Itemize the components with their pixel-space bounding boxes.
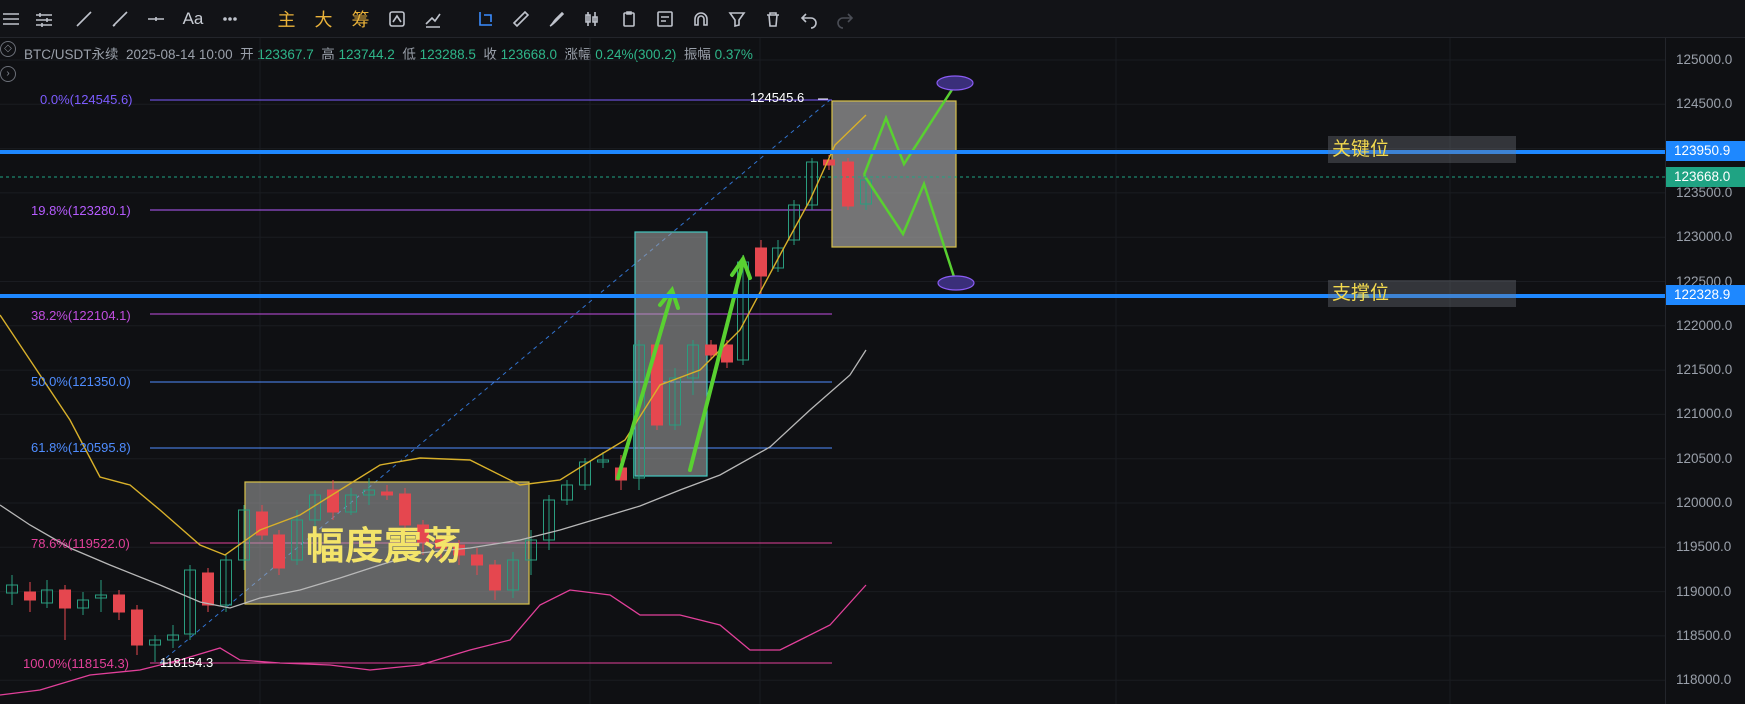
candle-body: [202, 572, 214, 606]
drawing-toolbar: Aa 主 大 筹: [0, 0, 1745, 38]
undo-icon[interactable]: [791, 0, 827, 37]
price-axis-tick: 123500.0: [1676, 184, 1733, 200]
fib-19.8-label: 19.8%(123280.1): [31, 203, 131, 218]
fib-0-label: 0.0%(124545.6): [40, 92, 133, 107]
high-marker-label: 124545.6: [750, 90, 805, 105]
indicator-settings-icon[interactable]: [22, 0, 66, 37]
text-tool-button[interactable]: Aa: [174, 0, 212, 37]
candle-body: [273, 534, 285, 569]
price-axis-divider: [1665, 38, 1666, 704]
filter-icon[interactable]: [719, 0, 755, 37]
candle-body: [489, 564, 501, 591]
target-ellipse-low: [937, 275, 975, 291]
candle-body: [381, 491, 393, 496]
fib-38.2-label: 38.2%(122104.1): [31, 308, 131, 323]
candle-body: [823, 159, 835, 166]
menu-icon[interactable]: [0, 0, 22, 37]
candle-body: [113, 594, 125, 613]
price-axis-tick: 122000.0: [1676, 317, 1733, 333]
fib-61.8-label: 61.8%(120595.8): [31, 440, 131, 455]
candle-body: [471, 554, 483, 566]
price-axis-tick: 119000.0: [1676, 583, 1732, 599]
notes-icon[interactable]: [647, 0, 683, 37]
price-axis-tick: 121000.0: [1676, 406, 1733, 422]
last-price-tag: 123668.0: [1666, 167, 1745, 187]
support-level-price-tag: 122328.9: [1666, 285, 1745, 305]
candle-body: [705, 344, 717, 356]
price-axis-tick: 120000.0: [1676, 495, 1733, 510]
key-level-label: 关键位: [1328, 136, 1516, 163]
select-tool-icon[interactable]: [467, 0, 503, 37]
fib-50-label: 50.0%(121350.0): [31, 374, 131, 389]
candle-body: [59, 589, 71, 609]
chip-distribution-button[interactable]: 筹: [342, 0, 379, 37]
more-icon[interactable]: [212, 0, 248, 37]
target-ellipse-high: [936, 75, 974, 91]
price-axis-tick: 119500.0: [1676, 539, 1732, 555]
horizontal-line-icon[interactable]: [138, 0, 174, 37]
clipboard-icon[interactable]: [611, 0, 647, 37]
trend-line-icon[interactable]: [66, 0, 102, 37]
range-oscillation-annotation: 幅度震荡: [306, 524, 463, 568]
replay-icon[interactable]: [379, 0, 415, 37]
candle-body: [755, 247, 767, 277]
redo-icon[interactable]: [827, 0, 863, 37]
candle-body: [842, 161, 854, 207]
brush-icon[interactable]: [539, 0, 575, 37]
price-axis-tick: 125000.0: [1676, 52, 1733, 67]
candle-body: [24, 591, 36, 601]
large-order-button[interactable]: 大: [305, 0, 342, 37]
price-axis-tick: 124500.0: [1676, 96, 1733, 112]
ruler-icon[interactable]: [503, 0, 539, 37]
main-indicator-button[interactable]: 主: [268, 0, 305, 37]
candle-body: [131, 609, 143, 646]
price-axis-tick: 121500.0: [1676, 362, 1733, 378]
support-level-label: 支撑位: [1328, 280, 1516, 307]
key-level-price-tag: 123950.9: [1666, 141, 1745, 161]
candle-body: [327, 489, 339, 513]
compare-icon[interactable]: [415, 0, 451, 37]
low-marker-label: 118154.3: [160, 655, 214, 670]
price-axis-tick: 123000.0: [1676, 229, 1733, 245]
price-axis-tick: 120500.0: [1676, 450, 1733, 466]
price-axis-tick: 118000.0: [1676, 672, 1732, 688]
fib-78.6-label: 78.6%(119522.0): [31, 536, 130, 551]
price-axis-tick: 118500.0: [1676, 627, 1732, 643]
delete-icon[interactable]: [755, 0, 791, 37]
fib-100-label: 100.0%(118154.3): [23, 656, 130, 671]
magnet-icon[interactable]: [683, 0, 719, 37]
candles-icon[interactable]: [575, 0, 611, 37]
ray-line-icon[interactable]: [102, 0, 138, 37]
